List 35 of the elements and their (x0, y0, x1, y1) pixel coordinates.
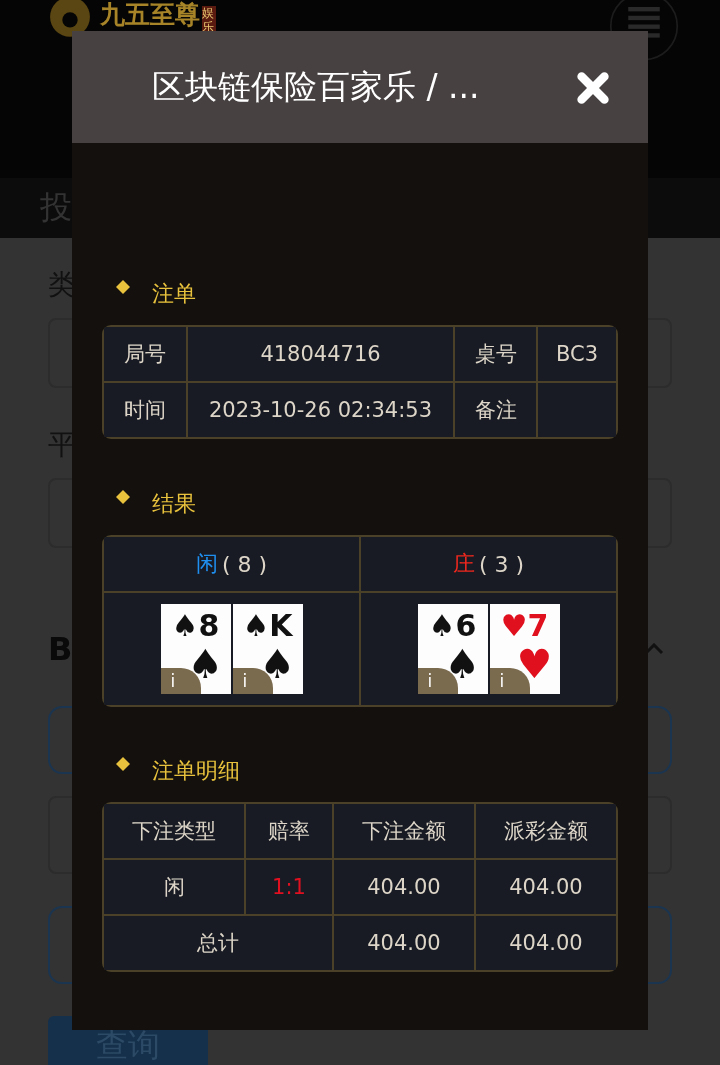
side-name: 庄 (452, 550, 475, 578)
side-score: ( 8 ) (221, 551, 268, 577)
section-title: 注单明细 (152, 757, 240, 785)
table-cell: 1:1 (246, 860, 332, 914)
table-cell: 404.00 (476, 916, 616, 970)
column-header: 下注类型 (104, 804, 244, 858)
table-cell: 2023-10-26 02:34:53 (188, 383, 453, 437)
table-cell: 桌号 (455, 327, 536, 381)
dialog-title: 区块链保险百家乐 / ... (152, 65, 480, 108)
table-cell: 总计 (104, 916, 332, 970)
table-cell: 404.00 (334, 916, 474, 970)
table-cell: BC3 (538, 327, 616, 381)
column-header: 派彩金额 (476, 804, 616, 858)
close-icon[interactable] (574, 69, 612, 107)
column-header: 下注金额 (334, 804, 474, 858)
playing-card: ♠8 ♠ i (160, 604, 231, 694)
diamond-icon (116, 757, 130, 771)
playing-card: ♠6 ♠ i (417, 604, 488, 694)
playing-card: ♠K ♠ i (232, 604, 303, 694)
column-header: 赔率 (246, 804, 332, 858)
side-score: ( 3 ) (478, 551, 525, 577)
table-cell: 418044716 (188, 327, 453, 381)
section-title: 注单 (152, 280, 196, 308)
diamond-icon (116, 280, 130, 294)
table-cell: 时间 (104, 383, 186, 437)
side-name: 闲 (195, 550, 218, 578)
table-cell: 局号 (104, 327, 186, 381)
table-cell: 404.00 (476, 860, 616, 914)
section-title: 结果 (152, 490, 196, 518)
playing-card: ♥7 ♥ i (489, 604, 560, 694)
table-cell: 闲 (104, 860, 244, 914)
table-cell: 备注 (455, 383, 536, 437)
logo-text: 九五至尊 (100, 1, 200, 29)
table-cell: 404.00 (334, 860, 474, 914)
diamond-icon (116, 490, 130, 504)
